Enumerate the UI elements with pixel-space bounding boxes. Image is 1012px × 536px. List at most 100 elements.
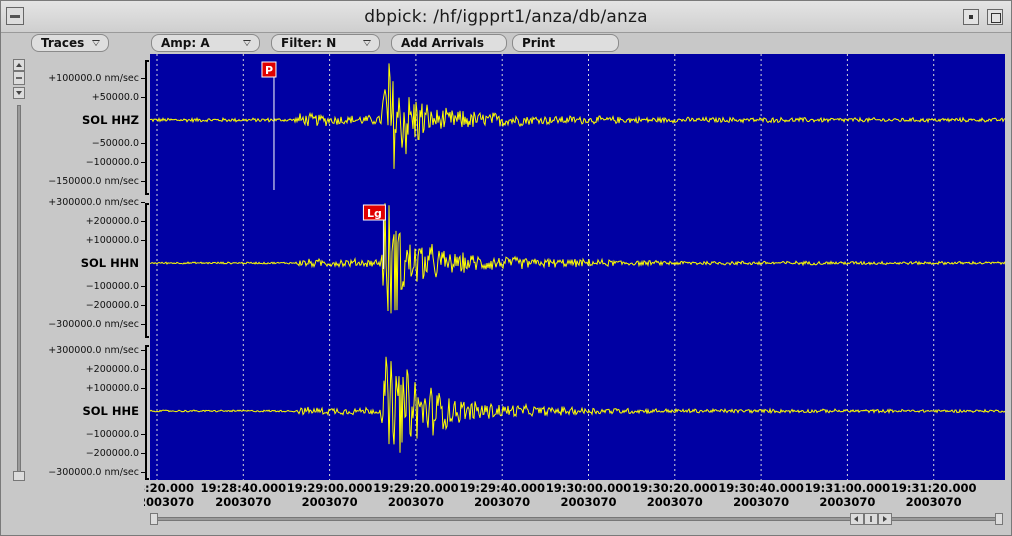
tick-mark: [141, 388, 145, 389]
horizontal-scrollbar[interactable]: [150, 513, 1005, 525]
tick-mark: [141, 305, 145, 306]
station-channel-label: SOL HHN: [80, 256, 139, 270]
time-tick-time: 19:30:40.000: [718, 481, 804, 495]
toolbar: Traces Amp: A Filter: N Add Arrivals Pri…: [1, 34, 1011, 52]
time-tick-label: 19:31:20.000 2003070: [884, 481, 984, 509]
time-tick-date: 2003070: [646, 495, 703, 509]
amplitude-tick-label: −100000.0: [85, 157, 139, 168]
time-tick-date: 2003070: [215, 495, 272, 509]
time-tick-date: 2003070: [905, 495, 962, 509]
amplitude-axis-bracket: [145, 203, 149, 338]
time-tick-date: 2003070: [301, 495, 358, 509]
add-arrivals-button[interactable]: Add Arrivals: [391, 34, 507, 52]
scroll-down-arrow-icon[interactable]: [13, 87, 25, 99]
horizontal-scroll-end[interactable]: [995, 513, 1003, 525]
traces-menu-button[interactable]: Traces: [31, 34, 109, 52]
amplitude-tick-label: +300000.0 nm/sec: [48, 197, 139, 208]
time-tick-date: 2003070: [560, 495, 617, 509]
time-tick-time: 19:29:00.000: [286, 481, 373, 495]
amplitude-tick-label: −200000.0: [85, 448, 139, 459]
station-channel-label: SOL HHE: [82, 404, 140, 418]
title-bar[interactable]: dbpick: /hf/igpprt1/anza/db/anza: [1, 1, 1011, 33]
tick-mark: [141, 324, 145, 325]
time-tick-time: 19:28:20.000: [144, 481, 194, 495]
tick-mark: [141, 181, 145, 182]
time-tick-time: 19:29:40.000: [459, 481, 545, 495]
time-tick-date: 2003070: [474, 495, 531, 509]
time-tick-label: 19:29:00.000 2003070: [280, 481, 380, 509]
amplitude-tick-label: +50000.0: [91, 92, 139, 103]
pick-label: Lg: [367, 207, 382, 220]
time-tick-label: 19:30:40.000 2003070: [711, 481, 811, 509]
time-tick-label: 19:28:40.000 2003070: [193, 481, 293, 509]
amp-menu-label: Amp: A: [161, 36, 210, 50]
tick-mark: [141, 240, 145, 241]
dropdown-arrow-icon: [243, 40, 251, 46]
tick-mark: [141, 453, 145, 454]
dropdown-arrow-icon: [92, 40, 100, 46]
tick-mark: [141, 78, 145, 79]
amplitude-tick-label: +300000.0 nm/sec: [48, 345, 139, 356]
time-axis: 19:28:20.000200307019:28:40.000200307019…: [144, 480, 1005, 512]
vertical-scroll-thumb[interactable]: [13, 71, 25, 85]
waveform-svg[interactable]: P Lg: [150, 54, 1005, 480]
seismogram-trace[interactable]: [150, 63, 1005, 169]
traces-menu-label: Traces: [41, 36, 85, 50]
amplitude-tick-label: −300000.0 nm/sec: [48, 319, 139, 330]
amplitude-tick-label: +200000.0: [85, 216, 139, 227]
maximize-button[interactable]: [987, 9, 1003, 25]
amplitude-tick-label: −200000.0: [85, 300, 139, 311]
time-tick-label: 19:29:40.000 2003070: [452, 481, 552, 509]
scroll-right-arrow-icon[interactable]: [878, 513, 892, 525]
seismogram-trace[interactable]: [150, 203, 1005, 314]
seismogram-trace[interactable]: [150, 356, 1005, 453]
time-tick-date: 2003070: [144, 495, 194, 509]
time-tick-date: 2003070: [387, 495, 444, 509]
pick-label: P: [265, 64, 273, 77]
time-tick-time: 19:28:40.000: [200, 481, 287, 495]
time-tick-label: 19:28:20.0002003070: [144, 481, 194, 509]
time-tick-time: 19:30:20.000: [632, 481, 718, 495]
time-tick-label: 19:31:00.000 2003070: [797, 481, 897, 509]
tick-mark: [141, 286, 145, 287]
trace-labels: +100000.0 nm/sec +50000.0 −50000.0 −100000.…: [31, 54, 149, 480]
amplitude-tick-label: −300000.0 nm/sec: [48, 467, 139, 478]
window-title: dbpick: /hf/igpprt1/anza/db/anza: [364, 7, 648, 27]
tick-mark: [141, 350, 145, 351]
tick-mark: [141, 369, 145, 370]
amplitude-tick-label: +100000.0: [85, 383, 139, 394]
dropdown-arrow-icon: [363, 40, 371, 46]
print-button[interactable]: Print: [512, 34, 619, 52]
amplitude-tick-label: −100000.0: [85, 281, 139, 292]
amplitude-axis-bracket: [145, 345, 149, 480]
amplitude-tick-label: +200000.0: [85, 364, 139, 375]
amplitude-tick-label: −150000.0 nm/sec: [48, 176, 139, 187]
arrival-pick-flag[interactable]: P: [261, 61, 277, 190]
station-channel-label: SOL HHZ: [82, 113, 139, 127]
minimize-button[interactable]: [963, 9, 979, 25]
amp-menu-button[interactable]: Amp: A: [151, 34, 260, 52]
tick-mark: [141, 221, 145, 222]
vertical-scroll-end[interactable]: [13, 471, 25, 481]
amplitude-axis-bracket: [145, 60, 149, 195]
horizontal-scroll-start[interactable]: [150, 513, 158, 525]
time-tick-label: 19:30:20.000 2003070: [625, 481, 725, 509]
tick-mark: [141, 202, 145, 203]
tick-mark: [141, 162, 145, 163]
scroll-left-arrow-icon[interactable]: [850, 513, 864, 525]
scroll-up-arrow-icon[interactable]: [13, 59, 25, 71]
time-tick-time: 19:31:00.000: [804, 481, 891, 495]
amplitude-tick-label: +100000.0: [85, 235, 139, 246]
dbpick-window: dbpick: /hf/igpprt1/anza/db/anza Traces …: [0, 0, 1012, 536]
vertical-scrollbar[interactable]: [13, 59, 25, 483]
time-tick-time: 19:30:00.000: [545, 481, 632, 495]
tick-mark: [141, 97, 145, 98]
tick-mark: [141, 143, 145, 144]
tick-mark: [141, 434, 145, 435]
time-tick-date: 2003070: [819, 495, 876, 509]
time-tick-label: 19:29:20.000 2003070: [366, 481, 466, 509]
vertical-scroll-track[interactable]: [17, 105, 21, 475]
horizontal-scroll-thumb[interactable]: [864, 513, 878, 525]
seismogram-plot[interactable]: P Lg: [150, 54, 1005, 480]
filter-menu-button[interactable]: Filter: N: [271, 34, 380, 52]
